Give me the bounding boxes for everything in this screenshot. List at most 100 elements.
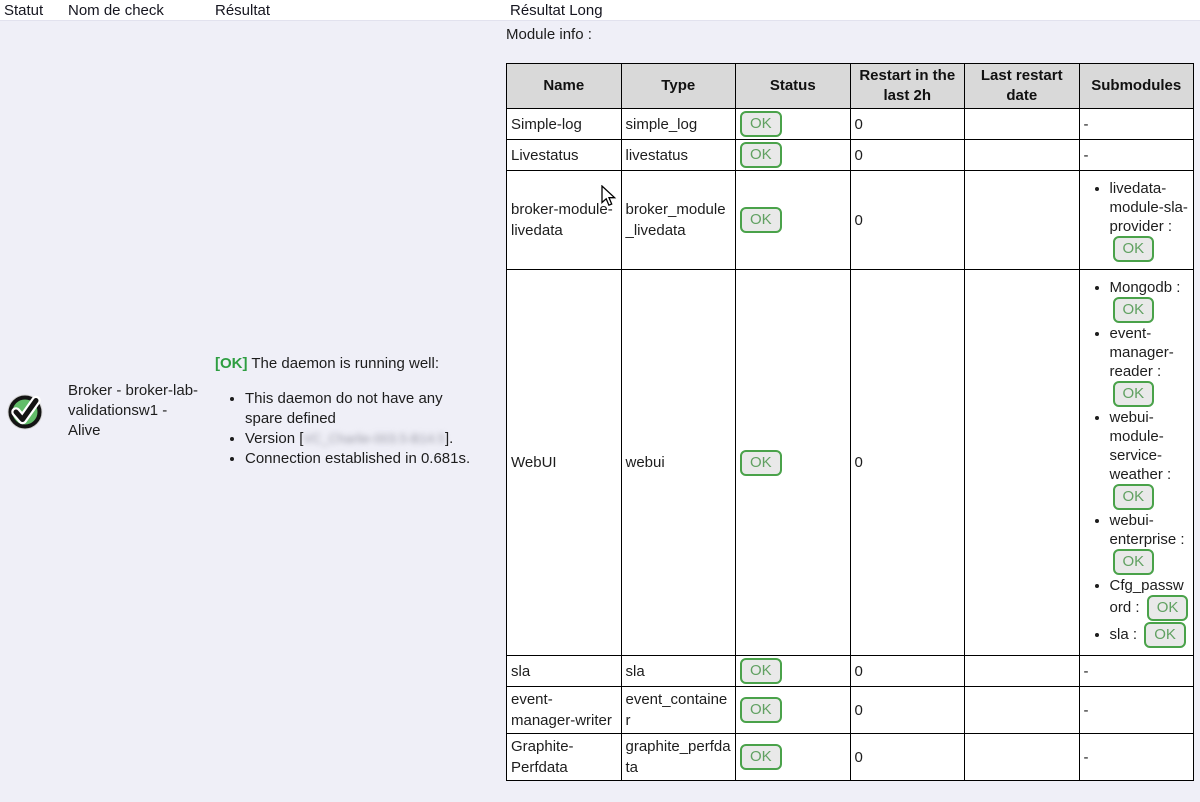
module-table: Name Type Status Restart in the last 2h … (506, 63, 1194, 781)
submodule-item: Cfg_password : OK (1110, 576, 1190, 621)
submodule-item: event-manager-reader : OK (1110, 324, 1190, 407)
submodule-list: Mongodb : OK event-manager-reader : OK w… (1084, 278, 1190, 648)
cell-submodules: - (1079, 140, 1194, 171)
cell-type: sla (621, 656, 736, 687)
th-restart-2h: Restart in the last 2h (850, 64, 965, 109)
status-ok-badge: OK (740, 142, 782, 168)
cell-restart-2h: 0 (850, 140, 965, 171)
result-bullet-connection: Connection established in 0.681s. (245, 449, 478, 469)
cell-status: OK (736, 109, 851, 140)
cell-name: Simple-log (507, 109, 622, 140)
status-ok-badge: OK (740, 450, 782, 476)
cell-submodules: livedata-module-sla-provider : OK (1079, 171, 1194, 270)
cell-submodules: - (1079, 656, 1194, 687)
cell-last-restart (965, 171, 1080, 270)
submodule-ok-badge: OK (1144, 622, 1186, 648)
cell-type: broker_module_livedata (621, 171, 736, 270)
cell-type: livestatus (621, 140, 736, 171)
cell-name: sla (507, 656, 622, 687)
submodule-item: webui-module-service-weather : OK (1110, 408, 1190, 510)
cell-name: Graphite-Perfdata (507, 734, 622, 781)
cell-last-restart (965, 140, 1080, 171)
result-bullet-spare: This daemon do not have any spare define… (245, 389, 478, 429)
module-info-title: Module info : (506, 25, 1198, 45)
submodule-list: livedata-module-sla-provider : OK (1084, 179, 1190, 262)
cell-name: Livestatus (507, 140, 622, 171)
cell-name: broker-module-livedata (507, 171, 622, 270)
th-name: Name (507, 64, 622, 109)
cell-status: OK (736, 734, 851, 781)
results-header-row: Statut Nom de check Résultat Résultat Lo… (0, 0, 1200, 21)
result-bullet-version: Version [VC_Charlie-003.5-B14.5]. (245, 429, 478, 449)
result-cell: [OK] The daemon is running well: This da… (211, 21, 506, 801)
submodule-ok-badge: OK (1147, 595, 1189, 621)
table-row-graphite-perfdata: Graphite-Perfdata graphite_perfdata OK 0… (507, 734, 1194, 781)
check-name-cell: Broker - broker-lab-validationsw1 - Aliv… (64, 21, 211, 801)
cell-name: event-manager-writer (507, 687, 622, 734)
submodule-item: sla : OK (1110, 622, 1190, 648)
redacted-version-text: VC_Charlie-003.5-B14.5 (303, 431, 445, 446)
th-submodules: Submodules (1079, 64, 1194, 109)
submodule-item: livedata-module-sla-provider : OK (1110, 179, 1190, 262)
check-row: Broker - broker-lab-validationsw1 - Aliv… (0, 21, 1200, 801)
cell-last-restart (965, 734, 1080, 781)
th-status: Status (736, 64, 851, 109)
table-row-simple-log: Simple-log simple_log OK 0 - (507, 109, 1194, 140)
table-row-broker-module-livedata: broker-module-livedata broker_module_liv… (507, 171, 1194, 270)
cell-status: OK (736, 687, 851, 734)
status-ok-badge: OK (740, 207, 782, 233)
table-row-sla: sla sla OK 0 - (507, 656, 1194, 687)
cell-type: event_container (621, 687, 736, 734)
cell-status: OK (736, 656, 851, 687)
table-row-event-manager-writer: event-manager-writer event_container OK … (507, 687, 1194, 734)
submodule-item: webui-enterprise : OK (1110, 511, 1190, 575)
submodule-ok-badge: OK (1113, 484, 1155, 510)
cell-status: OK (736, 171, 851, 270)
th-last-restart-date: Last restart date (965, 64, 1080, 109)
cell-restart-2h: 0 (850, 171, 965, 270)
cell-type: webui (621, 270, 736, 656)
check-name: Broker - broker-lab-validationsw1 - Aliv… (68, 381, 201, 441)
table-row-livestatus: Livestatus livestatus OK 0 - (507, 140, 1194, 171)
cell-last-restart (965, 656, 1080, 687)
cell-last-restart (965, 687, 1080, 734)
column-header-nom-de-check: Nom de check (64, 2, 211, 19)
cell-status: OK (736, 270, 851, 656)
cell-status: OK (736, 140, 851, 171)
th-type: Type (621, 64, 736, 109)
status-cell (0, 21, 64, 801)
cell-submodules: - (1079, 687, 1194, 734)
submodule-ok-badge: OK (1113, 297, 1155, 323)
column-header-statut: Statut (0, 2, 64, 19)
cell-restart-2h: 0 (850, 270, 965, 656)
cell-submodules: - (1079, 734, 1194, 781)
submodule-ok-badge: OK (1113, 381, 1155, 407)
submodule-ok-badge: OK (1113, 549, 1155, 575)
status-ok-badge: OK (740, 744, 782, 770)
cell-type: simple_log (621, 109, 736, 140)
result-bullet-list: This daemon do not have any spare define… (215, 389, 478, 469)
cell-restart-2h: 0 (850, 734, 965, 781)
column-header-resultat-long: Résultat Long (506, 2, 1200, 19)
result-summary-text: The daemon is running well: (248, 355, 440, 372)
status-ok-badge: OK (740, 697, 782, 723)
result-summary: [OK] The daemon is running well: (215, 354, 478, 374)
submodule-item: Mongodb : OK (1110, 278, 1190, 323)
status-ok-badge: OK (740, 658, 782, 684)
ok-check-icon (6, 391, 46, 431)
ok-status-tag: [OK] (215, 355, 248, 372)
long-result-cell: Module info : Name Type Status Restart i… (506, 21, 1200, 801)
column-header-resultat: Résultat (211, 2, 506, 19)
status-ok-badge: OK (740, 111, 782, 137)
cell-name: WebUI (507, 270, 622, 656)
cell-last-restart (965, 270, 1080, 656)
cell-type: graphite_perfdata (621, 734, 736, 781)
cell-restart-2h: 0 (850, 687, 965, 734)
module-table-header-row: Name Type Status Restart in the last 2h … (507, 64, 1194, 109)
table-row-webui: WebUI webui OK 0 Mongodb : OK event-mana… (507, 270, 1194, 656)
page: { "colors": { "page_background": "#efeff… (0, 0, 1200, 802)
cell-submodules: Mongodb : OK event-manager-reader : OK w… (1079, 270, 1194, 656)
cell-submodules: - (1079, 109, 1194, 140)
submodule-ok-badge: OK (1113, 236, 1155, 262)
cell-last-restart (965, 109, 1080, 140)
